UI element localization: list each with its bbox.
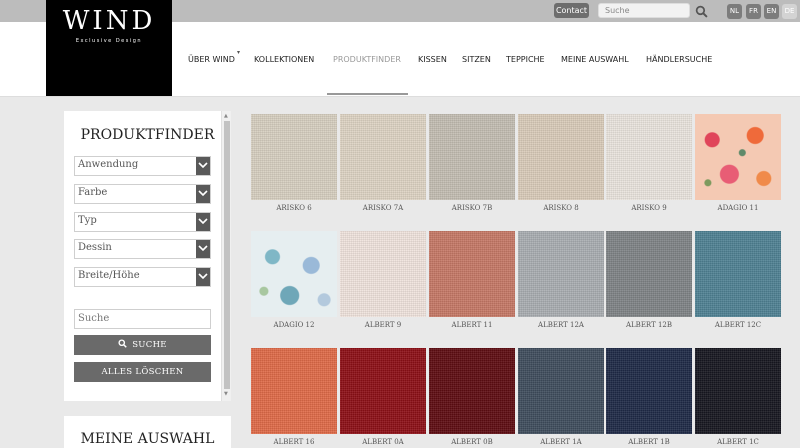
- meine-auswahl-panel: MEINE AUSWAHL: [64, 416, 231, 448]
- scroll-down-icon[interactable]: ▼: [224, 391, 228, 397]
- logo-wordmark: WIND: [62, 6, 156, 36]
- filter-anwendung-select[interactable]: Anwendung: [74, 156, 211, 176]
- product-swatch[interactable]: [251, 231, 337, 317]
- product-name[interactable]: ALBERT 12B: [606, 321, 692, 329]
- product-swatch[interactable]: [606, 231, 692, 317]
- chevron-down-icon: [196, 157, 210, 175]
- chevron-down-icon: [196, 268, 210, 286]
- product-swatch[interactable]: [606, 348, 692, 434]
- product-name[interactable]: ALBERT 0A: [340, 438, 426, 446]
- sidebar-search-input[interactable]: Suche: [74, 309, 211, 329]
- nav-teppiche[interactable]: TEPPICHE: [506, 55, 545, 64]
- nav-produktfinder[interactable]: PRODUKTFINDER: [333, 55, 401, 64]
- product-swatch[interactable]: [429, 231, 515, 317]
- product-name[interactable]: ADAGIO 11: [695, 204, 781, 212]
- select-label: Typ: [78, 215, 97, 226]
- clear-all-button[interactable]: ALLES LÖSCHEN: [74, 362, 211, 382]
- active-nav-indicator: [327, 93, 408, 95]
- product-swatch[interactable]: [340, 231, 426, 317]
- language-de[interactable]: DE: [782, 4, 797, 19]
- product-name[interactable]: ARISKO 6: [251, 204, 337, 212]
- product-swatch[interactable]: [251, 114, 337, 200]
- product-name[interactable]: ALBERT 1A: [518, 438, 604, 446]
- panel-title: PRODUKTFINDER: [80, 127, 215, 143]
- filter-typ-select[interactable]: Typ: [74, 212, 211, 232]
- nav-kollektionen[interactable]: KOLLEKTIONEN: [254, 55, 314, 64]
- chevron-down-icon: [196, 185, 210, 203]
- panel-title: MEINE AUSWAHL: [80, 431, 215, 447]
- product-swatch[interactable]: [251, 348, 337, 434]
- search-button[interactable]: SUCHE: [74, 335, 211, 355]
- product-swatch[interactable]: [518, 231, 604, 317]
- product-name[interactable]: ALBERT 12A: [518, 321, 604, 329]
- top-search-input[interactable]: Suche: [598, 3, 690, 18]
- filter-dessin-select[interactable]: Dessin: [74, 239, 211, 259]
- search-button-label: SUCHE: [132, 340, 167, 350]
- produktfinder-panel: PRODUKTFINDER Anwendung Farbe Typ Dessin…: [64, 111, 231, 401]
- select-label: Breite/Höhe: [78, 270, 140, 281]
- nav-haendlersuche[interactable]: HÄNDLERSUCHE: [646, 55, 712, 64]
- product-swatch[interactable]: [518, 114, 604, 200]
- select-label: Dessin: [78, 242, 112, 253]
- product-swatch[interactable]: [695, 231, 781, 317]
- search-icon: [118, 339, 127, 348]
- product-swatch[interactable]: [518, 348, 604, 434]
- dropdown-caret-icon: ▾: [237, 49, 241, 56]
- product-name[interactable]: ARISKO 7A: [340, 204, 426, 212]
- select-label: Farbe: [78, 187, 108, 198]
- search-icon[interactable]: [695, 5, 708, 18]
- product-swatch[interactable]: [695, 348, 781, 434]
- product-swatch[interactable]: [340, 114, 426, 200]
- product-name[interactable]: ALBERT 9: [340, 321, 426, 329]
- product-swatch[interactable]: [695, 114, 781, 200]
- nav-ueber-wind[interactable]: ÜBER WIND: [188, 55, 235, 64]
- logo-tagline: Exclusive Design: [75, 38, 143, 44]
- product-swatch[interactable]: [340, 348, 426, 434]
- product-name[interactable]: ARISKO 8: [518, 204, 604, 212]
- nav-kissen[interactable]: KISSEN: [418, 55, 447, 64]
- product-swatch[interactable]: [429, 348, 515, 434]
- product-name[interactable]: ADAGIO 12: [251, 321, 337, 329]
- product-name[interactable]: ALBERT 12C: [695, 321, 781, 329]
- product-name[interactable]: ALBERT 1B: [606, 438, 692, 446]
- product-name[interactable]: ALBERT 0B: [429, 438, 515, 446]
- chevron-down-icon: [196, 240, 210, 258]
- nav-sitzen[interactable]: SITZEN: [462, 55, 491, 64]
- product-name[interactable]: ARISKO 9: [606, 204, 692, 212]
- product-name[interactable]: ALBERT 1C: [695, 438, 781, 446]
- nav-meine-auswahl[interactable]: MEINE AUSWAHL: [561, 55, 629, 64]
- product-name[interactable]: ARISKO 7B: [429, 204, 515, 212]
- language-nl[interactable]: NL: [727, 4, 742, 19]
- product-swatch[interactable]: [429, 114, 515, 200]
- filter-farbe-select[interactable]: Farbe: [74, 184, 211, 204]
- language-fr[interactable]: FR: [746, 4, 761, 19]
- sidebar-scrollbar[interactable]: ▲ ▼: [221, 111, 231, 401]
- select-label: Anwendung: [78, 159, 139, 170]
- chevron-down-icon: [196, 213, 210, 231]
- product-name[interactable]: ALBERT 16: [251, 438, 337, 446]
- product-swatch[interactable]: [606, 114, 692, 200]
- scrollbar-thumb[interactable]: [224, 121, 230, 389]
- contact-button[interactable]: Contact: [554, 3, 589, 18]
- product-name[interactable]: ALBERT 11: [429, 321, 515, 329]
- scroll-up-icon[interactable]: ▲: [224, 113, 228, 119]
- language-en[interactable]: EN: [764, 4, 779, 19]
- filter-breite-hoehe-select[interactable]: Breite/Höhe: [74, 267, 211, 287]
- wind-logo[interactable]: WIND Exclusive Design: [46, 0, 172, 96]
